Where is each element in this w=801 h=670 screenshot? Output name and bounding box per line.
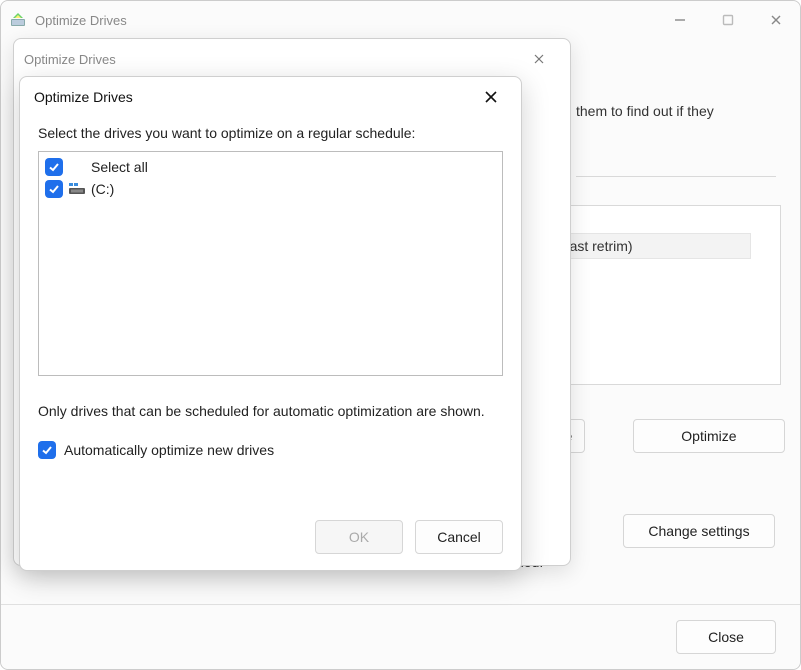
close-main-button[interactable]: Close <box>676 620 776 654</box>
auto-optimize-checkbox[interactable] <box>38 441 56 459</box>
choose-drives-footer: OK Cancel <box>38 502 503 554</box>
auto-optimize-row[interactable]: Automatically optimize new drives <box>38 441 503 459</box>
choose-drives-body: Select the drives you want to optimize o… <box>20 117 521 570</box>
schedule-dialog-title: Optimize Drives <box>24 52 116 67</box>
schedule-dialog-close-button[interactable] <box>516 42 562 76</box>
choose-drives-title: Optimize Drives <box>34 89 133 105</box>
select-all-label: Select all <box>91 159 148 175</box>
drives-listbox[interactable]: Select all (C:) <box>38 151 503 376</box>
select-all-row[interactable]: Select all <box>45 156 496 178</box>
separator <box>576 176 776 177</box>
choose-drives-dialog: Optimize Drives Select the drives you wa… <box>19 76 522 571</box>
main-footer: Close <box>1 604 800 669</box>
schedule-dialog-titlebar: Optimize Drives <box>14 39 570 79</box>
drive-c-checkbox[interactable] <box>45 180 63 198</box>
note-text: Only drives that can be scheduled for au… <box>38 402 503 421</box>
ok-button[interactable]: OK <box>315 520 403 554</box>
drive-c-row[interactable]: (C:) <box>45 178 496 200</box>
maximize-button[interactable] <box>704 1 752 39</box>
ssd-icon <box>69 183 85 195</box>
app-icon <box>9 11 27 29</box>
cancel-button[interactable]: Cancel <box>415 520 503 554</box>
auto-optimize-label: Automatically optimize new drives <box>64 442 274 458</box>
instruction-text: Select the drives you want to optimize o… <box>38 125 503 141</box>
choose-drives-titlebar: Optimize Drives <box>20 77 521 117</box>
main-title: Optimize Drives <box>35 13 127 28</box>
choose-drives-close-button[interactable] <box>471 80 511 114</box>
close-button[interactable] <box>752 1 800 39</box>
drive-c-label: (C:) <box>91 181 114 197</box>
change-settings-button[interactable]: Change settings <box>623 514 775 548</box>
optimize-button[interactable]: Optimize <box>633 419 785 453</box>
select-all-checkbox[interactable] <box>45 158 63 176</box>
minimize-button[interactable] <box>656 1 704 39</box>
main-titlebar: Optimize Drives <box>1 1 800 39</box>
hint-text-fragment: them to find out if they <box>576 103 714 119</box>
